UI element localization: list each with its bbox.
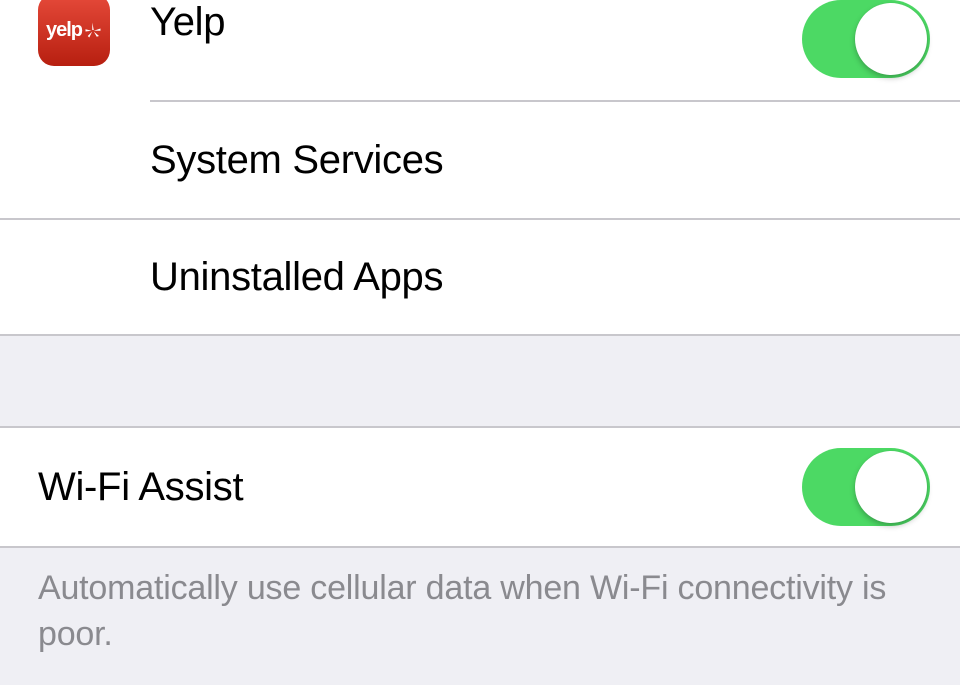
- toggle-wifi-assist[interactable]: [802, 448, 930, 526]
- row-system-services-label: System Services: [150, 138, 930, 183]
- app-list-section: yelp Yelp System Services Un: [0, 0, 960, 336]
- yelp-burst-icon: [84, 21, 102, 39]
- row-uninstalled-apps[interactable]: Uninstalled Apps: [0, 220, 960, 334]
- wifi-assist-section: Wi-Fi Assist: [0, 428, 960, 546]
- yelp-logo: yelp: [46, 19, 102, 42]
- row-system-services[interactable]: System Services: [0, 102, 960, 218]
- toggle-knob: [855, 451, 927, 523]
- row-uninstalled-apps-label: Uninstalled Apps: [150, 255, 930, 300]
- wifi-assist-footer: Automatically use cellular data when Wi-…: [0, 548, 960, 685]
- toggle-yelp[interactable]: [802, 0, 930, 78]
- row-wifi-assist[interactable]: Wi-Fi Assist: [0, 428, 960, 546]
- row-yelp[interactable]: yelp Yelp: [0, 0, 960, 100]
- row-yelp-label: Yelp: [150, 0, 802, 45]
- section-gap: [0, 336, 960, 426]
- yelp-app-icon: yelp: [38, 0, 110, 66]
- row-wifi-assist-label: Wi-Fi Assist: [38, 465, 802, 510]
- yelp-logo-text: yelp: [46, 19, 82, 42]
- toggle-knob: [855, 3, 927, 75]
